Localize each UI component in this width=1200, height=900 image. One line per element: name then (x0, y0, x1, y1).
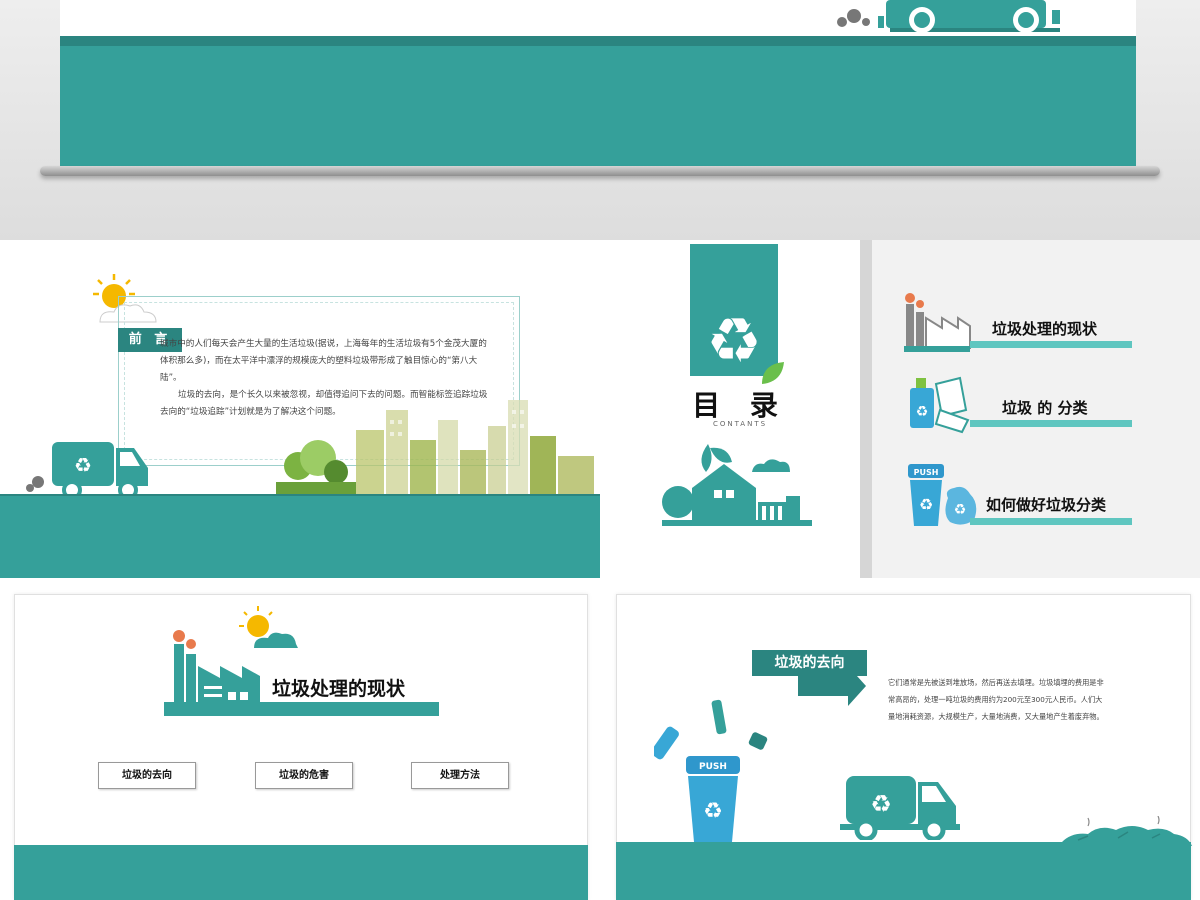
push-label: PUSH (699, 762, 727, 772)
slide-preview-preface[interactable]: 前 言 城市中的人们每天会产生大量的生活垃圾(据说，上海每年的生活垃圾有5个金茂… (0, 240, 600, 578)
svg-text:♻: ♻ (870, 790, 892, 818)
footer-band (14, 845, 588, 900)
topic-button-method[interactable]: 处理方法 (411, 762, 509, 789)
toc-underline-3 (970, 518, 1132, 525)
house-illustration (662, 444, 812, 526)
contents-title: 目 录 (692, 389, 788, 422)
slide-preview-top[interactable] (0, 0, 1200, 240)
slide-preview-contents[interactable]: ♻ 目 录 CONTANTS 垃圾处理的现状 ♻ 垃圾 的 分类 PUSH ♻ … (602, 240, 1200, 578)
slide-rail (40, 166, 1160, 176)
recycle-banner: ♻ (690, 244, 778, 377)
title-underline (164, 702, 439, 716)
bottles-bin-illustration: PUSH ♻ (654, 699, 768, 842)
footer-band (616, 842, 1191, 900)
section-arrow-label: 垃圾的去向 (752, 650, 867, 676)
factory-icon (904, 293, 971, 352)
svg-text:♻: ♻ (916, 404, 929, 420)
svg-text:♻: ♻ (703, 799, 723, 824)
svg-text:♻: ♻ (954, 502, 967, 518)
sorting-items-icon: ♻ (910, 376, 970, 434)
preface-paragraph-1: 城市中的人们每天会产生大量的生活垃圾(据说，上海每年的生活垃圾有5个金茂大厦的体… (160, 339, 487, 383)
garbage-truck-icon: ♻ (840, 776, 960, 840)
push-label: PUSH (914, 468, 939, 477)
ground-band (0, 496, 600, 578)
toc-underline-2 (970, 420, 1132, 427)
topic-button-destination[interactable]: 垃圾的去向 (98, 762, 196, 789)
toc-underline-1 (970, 341, 1132, 348)
slide-preview-destination[interactable]: 垃圾的去向 它们通常是先被送到堆放场，然后再送去填埋。垃圾填埋的费用是非常高昂的… (602, 580, 1200, 900)
svg-text:♻: ♻ (74, 453, 92, 477)
svg-text:♻: ♻ (919, 495, 933, 514)
slide-preview-status[interactable]: 垃圾处理的现状 垃圾的去向 垃圾的危害 处理方法 (0, 580, 600, 900)
slide-top-band (60, 36, 1136, 46)
toc-item-1[interactable]: 垃圾处理的现状 (992, 318, 1097, 339)
garbage-truck-icon (837, 0, 1060, 33)
recycle-icon: ♻ (706, 304, 762, 377)
topic-button-harm[interactable]: 垃圾的危害 (255, 762, 353, 789)
contents-divider (860, 240, 872, 578)
destination-description: 它们通常是先被送到堆放场，然后再送去填埋。垃圾填埋的费用是非常高昂的，处理一吨垃… (888, 678, 1104, 721)
slide-bottom-band (60, 46, 1136, 166)
section-title: 垃圾处理的现状 (272, 678, 406, 700)
garbage-truck-icon: ♻ (26, 442, 148, 498)
toc-item-3[interactable]: 如何做好垃圾分类 (986, 494, 1106, 515)
contents-subtitle: CONTANTS (712, 420, 768, 428)
svg-text:♻: ♻ (706, 304, 762, 376)
toc-item-2[interactable]: 垃圾 的 分类 (1002, 397, 1087, 418)
city-skyline-illustration (276, 400, 594, 498)
